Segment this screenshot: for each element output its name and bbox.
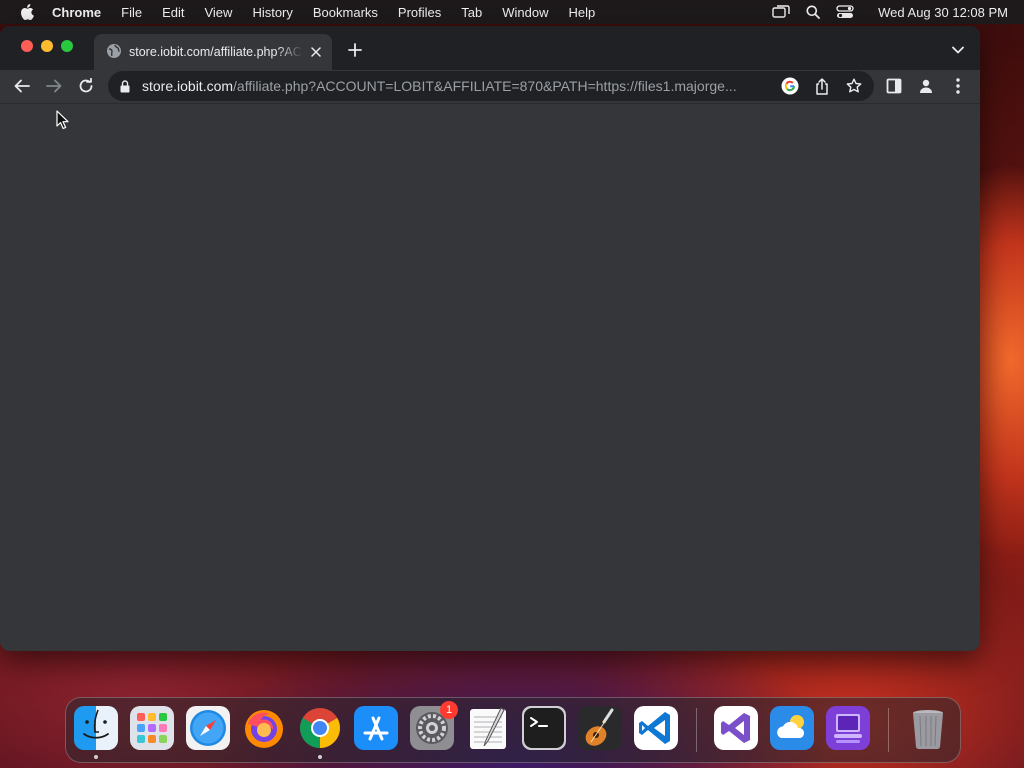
lock-icon[interactable] [118,79,132,93]
reload-icon[interactable] [74,74,98,98]
bookmark-star-icon[interactable] [844,76,864,96]
trash-icon[interactable] [906,706,950,750]
screen-mirroring-icon[interactable] [772,3,790,21]
window-minimize-button[interactable] [41,40,53,52]
vscode-icon[interactable] [634,706,678,750]
menu-view[interactable]: View [204,5,232,20]
finder-icon[interactable] [74,706,118,759]
simulator-icon[interactable] [826,706,870,750]
menu-clock[interactable]: Wed Aug 30 12:08 PM [878,5,1008,20]
dock-separator [696,708,697,752]
spotlight-search-icon[interactable] [804,3,822,21]
new-tab-plus-icon[interactable] [345,40,365,60]
google-lens-icon[interactable] [780,76,800,96]
globe-favicon-icon [106,43,122,59]
menu-edit[interactable]: Edit [162,5,184,20]
side-panel-icon[interactable] [882,74,906,98]
running-indicator [318,755,322,759]
terminal-icon[interactable] [522,706,566,750]
visual-studio-icon[interactable] [714,706,758,750]
tab-close-icon[interactable] [308,44,324,60]
textedit-icon[interactable] [466,706,510,750]
system-settings-icon[interactable]: 1 [410,701,458,750]
app-store-icon[interactable] [354,706,398,750]
launchpad-icon[interactable] [130,706,174,750]
menu-help[interactable]: Help [569,5,596,20]
menu-tab[interactable]: Tab [461,5,482,20]
address-url[interactable]: store.iobit.com/affiliate.php?ACCOUNT=LO… [142,77,766,95]
browser-tab[interactable]: store.iobit.com/affiliate.php?ACCOUNT=LO… [94,34,332,70]
garageband-icon[interactable] [578,706,622,750]
share-icon[interactable] [812,76,832,96]
running-indicator [94,755,98,759]
menu-history[interactable]: History [252,5,292,20]
menu-profiles[interactable]: Profiles [398,5,441,20]
chrome-icon[interactable] [298,706,342,759]
kebab-menu-icon[interactable] [946,74,970,98]
mouse-pointer-icon [56,110,70,130]
window-zoom-button[interactable] [61,40,73,52]
url-host: store.iobit.com [142,78,234,94]
firefox-icon[interactable] [242,706,286,750]
apple-menu-icon[interactable] [18,0,36,24]
control-center-icon[interactable] [836,3,854,21]
address-bar[interactable]: store.iobit.com/affiliate.php?ACCOUNT=LO… [108,71,874,101]
tab-strip: store.iobit.com/affiliate.php?ACCOUNT=LO… [0,26,980,70]
tab-title: store.iobit.com/affiliate.php?ACCOUNT=LO… [129,45,303,59]
browser-toolbar: store.iobit.com/affiliate.php?ACCOUNT=LO… [0,70,980,102]
dock-separator [888,708,889,752]
page-content-area[interactable] [0,103,980,651]
notification-badge: 1 [440,701,458,719]
menu-bar: Chrome File Edit View History Bookmarks … [0,0,1024,24]
menu-bookmarks[interactable]: Bookmarks [313,5,378,20]
menu-window[interactable]: Window [502,5,548,20]
forward-arrow-icon[interactable] [42,74,66,98]
dock: 1 [65,697,961,763]
url-path: /affiliate.php?ACCOUNT=LOBIT&AFFILIATE=8… [233,78,737,94]
safari-icon[interactable] [186,706,230,750]
tab-search-chevron-down-icon[interactable] [948,40,968,60]
menu-app-name[interactable]: Chrome [52,5,101,20]
back-arrow-icon[interactable] [10,74,34,98]
profile-avatar-icon[interactable] [914,74,938,98]
chrome-window: store.iobit.com/affiliate.php?ACCOUNT=LO… [0,26,980,651]
window-close-button[interactable] [21,40,33,52]
menu-file[interactable]: File [121,5,142,20]
weather-icon[interactable] [770,706,814,750]
